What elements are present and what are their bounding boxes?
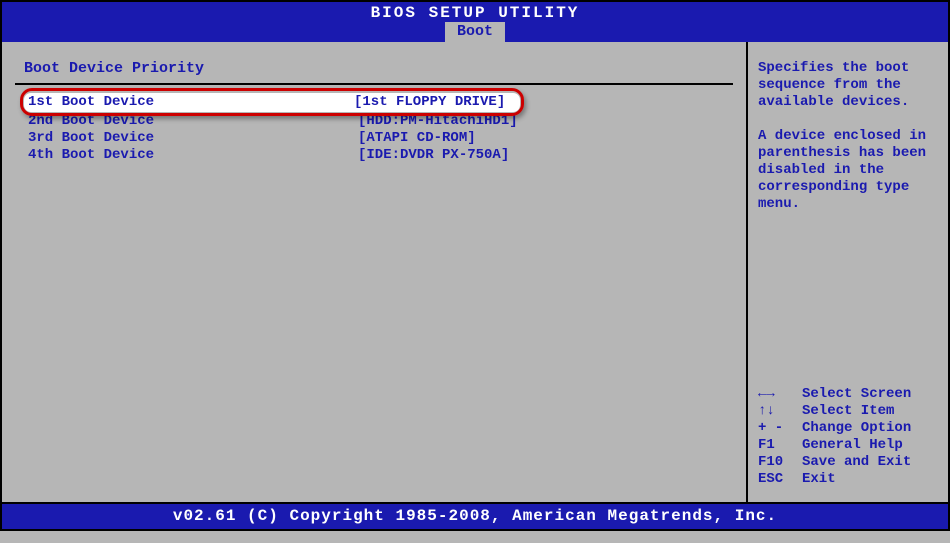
key-legend: ←→ Select Screen ↑↓ Select Item + - Chan… (758, 386, 938, 494)
boot-device-4-value: [IDE:DVDR PX-750A] (358, 147, 509, 164)
key-arrows-lr-icon: ←→ (758, 386, 802, 403)
left-panel: Boot Device Priority 1st Boot Device [1s… (2, 42, 748, 502)
footer-bar: v02.61 (C) Copyright 1985-2008, American… (0, 504, 950, 531)
key-save-exit-label: Save and Exit (802, 454, 911, 471)
key-select-screen-label: Select Screen (802, 386, 911, 403)
boot-device-4[interactable]: 4th Boot Device [IDE:DVDR PX-750A] (10, 147, 738, 164)
title-bar: BIOS SETUP UTILITY (0, 0, 950, 22)
help-line-2: A device enclosed in parenthesis has bee… (758, 128, 938, 213)
key-general-help: F1 General Help (758, 437, 938, 454)
boot-device-2[interactable]: 2nd Boot Device [HDD:PM-HitachiHD1] (10, 113, 738, 130)
divider (15, 83, 733, 85)
key-f10: F10 (758, 454, 802, 471)
key-change-option: + - Change Option (758, 420, 938, 437)
main-area: Boot Device Priority 1st Boot Device [1s… (0, 42, 950, 504)
utility-title: BIOS SETUP UTILITY (371, 4, 580, 22)
key-exit: ESC Exit (758, 471, 938, 488)
key-f1: F1 (758, 437, 802, 454)
key-plus-minus: + - (758, 420, 802, 437)
key-select-item: ↑↓ Select Item (758, 403, 938, 420)
boot-device-2-value: [HDD:PM-HitachiHD1] (358, 113, 518, 130)
key-save-exit: F10 Save and Exit (758, 454, 938, 471)
tab-bar: Boot (0, 22, 950, 42)
boot-device-1-value: [1st FLOPPY DRIVE] (354, 94, 505, 111)
boot-device-1-label: 1st Boot Device (28, 94, 354, 111)
key-exit-label: Exit (802, 471, 836, 488)
help-line-1: Specifies the boot sequence from the ava… (758, 60, 938, 111)
boot-device-3-label: 3rd Boot Device (28, 130, 358, 147)
boot-device-4-label: 4th Boot Device (28, 147, 358, 164)
key-select-screen: ←→ Select Screen (758, 386, 938, 403)
boot-device-3-value: [ATAPI CD-ROM] (358, 130, 476, 147)
bios-screen: BIOS SETUP UTILITY Boot Boot Device Prio… (0, 0, 950, 543)
boot-device-list: 1st Boot Device [1st FLOPPY DRIVE] 2nd B… (10, 93, 738, 164)
boot-device-2-label: 2nd Boot Device (28, 113, 358, 130)
key-esc: ESC (758, 471, 802, 488)
key-arrows-ud-icon: ↑↓ (758, 403, 802, 420)
key-select-item-label: Select Item (802, 403, 894, 420)
boot-device-1[interactable]: 1st Boot Device [1st FLOPPY DRIVE] (24, 93, 520, 112)
boot-device-3[interactable]: 3rd Boot Device [ATAPI CD-ROM] (10, 130, 738, 147)
tab-boot[interactable]: Boot (445, 22, 505, 42)
section-title: Boot Device Priority (24, 60, 738, 77)
key-change-option-label: Change Option (802, 420, 911, 437)
help-text: Specifies the boot sequence from the ava… (758, 60, 938, 213)
help-panel: Specifies the boot sequence from the ava… (748, 42, 948, 502)
key-general-help-label: General Help (802, 437, 903, 454)
footer-text: v02.61 (C) Copyright 1985-2008, American… (173, 507, 777, 525)
